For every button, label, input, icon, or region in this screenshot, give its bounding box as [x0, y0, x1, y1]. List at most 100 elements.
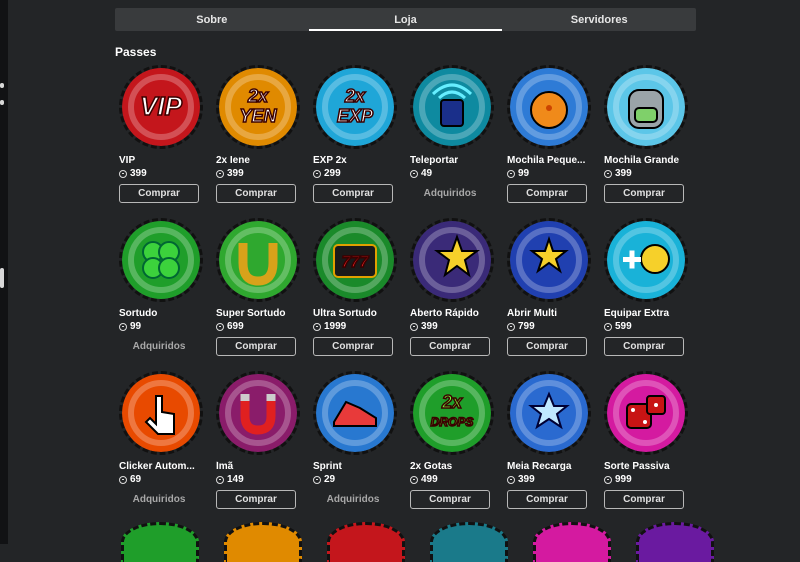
price-value: 499 — [421, 474, 438, 485]
price-value: 399 — [421, 321, 438, 332]
buy-button[interactable]: Comprar — [119, 184, 199, 203]
multi-open-icon[interactable] — [507, 218, 591, 302]
pass-name: 2x Gotas — [410, 461, 453, 472]
magnet-icon[interactable] — [216, 371, 300, 455]
robux-icon — [216, 322, 224, 331]
pass-card[interactable]: Super Sortudo 699 Comprar — [212, 215, 309, 362]
pass-price: 499 — [410, 474, 438, 485]
svg-text:EXP: EXP — [337, 106, 374, 126]
robux-icon — [507, 169, 515, 178]
vip-icon[interactable]: VIP — [119, 65, 203, 149]
pass-card[interactable]: 2x DROPS 2x Gotas 499 Comprar — [406, 368, 503, 515]
auto-clicker-icon[interactable] — [119, 371, 203, 455]
next-row-partial — [115, 522, 733, 562]
buy-button[interactable]: Comprar — [216, 184, 296, 203]
pass-grid: VIP VIP 399 Comprar 2x YEN 2x Iene 399 Comprar 2x… — [115, 62, 705, 515]
buy-button[interactable]: Comprar — [604, 490, 684, 509]
buy-button[interactable]: Comprar — [216, 337, 296, 356]
pass-name: Abrir Multi — [507, 308, 557, 319]
pass-card[interactable]: 777 Ultra Sortudo 1999 Comprar — [309, 215, 406, 362]
tab-bar: Sobre Loja Servidores — [115, 8, 696, 31]
half-cooldown-icon[interactable] — [507, 371, 591, 455]
pass-card[interactable]: Equipar Extra 599 Comprar — [600, 215, 697, 362]
buy-button[interactable]: Comprar — [507, 337, 587, 356]
yen-icon[interactable]: 2x YEN — [216, 65, 300, 149]
buy-button[interactable]: Comprar — [507, 184, 587, 203]
drops-icon[interactable]: 2x DROPS — [410, 371, 494, 455]
teleport-icon[interactable] — [410, 65, 494, 149]
pass-price: 49 — [410, 168, 432, 179]
pass-price: 299 — [313, 168, 341, 179]
edge-marker — [0, 100, 4, 105]
pass-icon-partial[interactable] — [636, 522, 714, 562]
clover-icon[interactable] — [119, 218, 203, 302]
robux-icon — [507, 475, 515, 484]
buy-button[interactable]: Comprar — [604, 184, 684, 203]
pass-name: VIP — [119, 155, 136, 166]
exp-icon[interactable]: 2x EXP — [313, 65, 397, 149]
buy-button[interactable]: Comprar — [313, 184, 393, 203]
edge-marker — [0, 268, 4, 288]
pass-card[interactable]: 2x EXP EXP 2x 299 Comprar — [309, 62, 406, 209]
svg-text:777: 777 — [342, 254, 370, 271]
buy-button[interactable]: Comprar — [410, 490, 490, 509]
pass-card[interactable]: Clicker Autom... 69 Adquiridos — [115, 368, 212, 515]
buy-button[interactable]: Comprar — [410, 337, 490, 356]
tab-sobre[interactable]: Sobre — [115, 8, 309, 31]
pass-card[interactable]: Mochila Peque... 99 Comprar — [503, 62, 600, 209]
pass-card[interactable]: Sprint 29 Adquiridos — [309, 368, 406, 515]
robux-icon — [604, 475, 612, 484]
buy-button[interactable]: Comprar — [507, 490, 587, 509]
robux-icon — [119, 322, 127, 331]
pass-price: 599 — [604, 321, 632, 332]
pass-card[interactable]: 2x YEN 2x Iene 399 Comprar — [212, 62, 309, 209]
pass-card[interactable]: Abrir Multi 799 Comprar — [503, 215, 600, 362]
slot-machine-icon[interactable]: 777 — [313, 218, 397, 302]
price-value: 399 — [227, 168, 244, 179]
pass-price: 399 — [604, 168, 632, 179]
pass-card[interactable]: VIP VIP 399 Comprar — [115, 62, 212, 209]
pass-name: Aberto Rápido — [410, 308, 479, 319]
price-value: 1999 — [324, 321, 347, 332]
pass-card[interactable]: Aberto Rápido 399 Comprar — [406, 215, 503, 362]
pass-card[interactable]: Mochila Grande 399 Comprar — [600, 62, 697, 209]
pass-card[interactable]: Ímã 149 Comprar — [212, 368, 309, 515]
large-backpack-icon[interactable] — [604, 65, 688, 149]
pass-icon-partial[interactable] — [533, 522, 611, 562]
price-value: 149 — [227, 474, 244, 485]
price-value: 69 — [130, 474, 142, 485]
fast-open-icon[interactable] — [410, 218, 494, 302]
robux-icon — [410, 322, 418, 331]
sprint-icon[interactable] — [313, 371, 397, 455]
pass-name: Teleportar — [410, 155, 459, 166]
pass-card[interactable]: Sortudo 99 Adquiridos — [115, 215, 212, 362]
owned-label: Adquiridos — [132, 341, 186, 352]
buy-button[interactable]: Comprar — [216, 490, 296, 509]
pass-card[interactable]: Meia Recarga 399 Comprar — [503, 368, 600, 515]
pass-icon-partial[interactable] — [224, 522, 302, 562]
pass-name: 2x Iene — [216, 155, 250, 166]
pass-icon-partial[interactable] — [430, 522, 508, 562]
buy-button[interactable]: Comprar — [604, 337, 684, 356]
price-value: 99 — [130, 321, 142, 332]
small-backpack-icon[interactable] — [507, 65, 591, 149]
price-value: 599 — [615, 321, 632, 332]
pass-name: Equipar Extra — [604, 308, 670, 319]
price-value: 29 — [324, 474, 336, 485]
equip-extra-icon[interactable] — [604, 218, 688, 302]
price-value: 99 — [518, 168, 530, 179]
tab-servidores[interactable]: Servidores — [502, 8, 696, 31]
price-value: 399 — [518, 474, 535, 485]
horseshoe-icon[interactable] — [216, 218, 300, 302]
section-title: Passes — [115, 45, 157, 59]
pass-card[interactable]: Sorte Passiva 999 Comprar — [600, 368, 697, 515]
pass-price: 999 — [604, 474, 632, 485]
pass-card[interactable]: Teleportar 49 Adquiridos — [406, 62, 503, 209]
tab-loja[interactable]: Loja — [308, 8, 503, 31]
pass-icon-partial[interactable] — [121, 522, 199, 562]
buy-button[interactable]: Comprar — [313, 337, 393, 356]
dice-icon[interactable] — [604, 371, 688, 455]
robux-icon — [119, 475, 127, 484]
robux-icon — [604, 169, 612, 178]
pass-icon-partial[interactable] — [327, 522, 405, 562]
